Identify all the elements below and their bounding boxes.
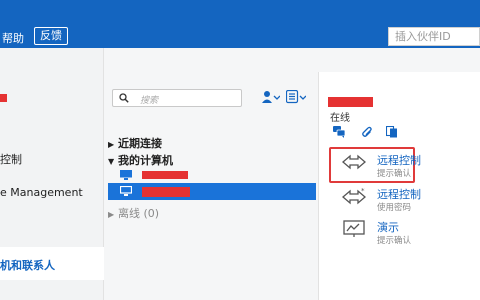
remote-control-prompt-action[interactable]: 远程控制 提示确认 (329, 147, 479, 181)
tree-group-label: 我的计算机 (118, 154, 173, 167)
computer-list-item[interactable] (108, 168, 316, 184)
caret-right-icon: ▶ (108, 210, 115, 219)
computer-list-item-selected[interactable] (108, 183, 316, 200)
redacted-computer-name (142, 187, 190, 197)
remote-control-password-icon: * (342, 187, 366, 205)
action-description: 提示确认 (377, 236, 412, 246)
sidebar-item-label: 机和联系人 (0, 259, 55, 272)
presentation-icon (343, 220, 365, 237)
monitor-icon (120, 186, 132, 196)
tree-group-my-computers[interactable]: ▼ 我的计算机 (108, 152, 173, 168)
search-icon (119, 93, 129, 103)
action-name: 演示 (377, 221, 399, 234)
action-description: 使用密码 (377, 203, 412, 213)
redacted-computer-name (142, 171, 188, 179)
caret-right-icon: ▶ (108, 140, 115, 149)
file-transfer-icon[interactable] (360, 126, 372, 138)
sidebar-item-management[interactable]: e Management (0, 186, 83, 199)
caret-down-icon: ▼ (108, 157, 115, 166)
redacted-block (0, 94, 7, 102)
add-contact-icon[interactable] (262, 90, 280, 104)
sidebar-item-remote-control[interactable]: 控制 (0, 151, 22, 167)
redacted-computer-title (328, 97, 373, 107)
search-placeholder: 搜索 (140, 96, 159, 106)
action-description: 提示确认 (377, 169, 412, 179)
remote-control-password-action[interactable]: * 远程控制 使用密码 (329, 181, 479, 215)
partner-id-input[interactable]: 插入伙伴ID (388, 27, 480, 46)
title-bar: 帮助 反馈 插入伙伴ID (0, 0, 480, 48)
svg-text:*: * (361, 187, 365, 195)
tree-group-recent[interactable]: ▶ 近期连接 (108, 135, 162, 151)
remote-control-icon (342, 154, 366, 170)
action-name: 远程控制 (377, 188, 421, 201)
online-status: 在线 (330, 113, 350, 124)
action-name: 远程控制 (377, 154, 421, 167)
sidebar-item-computers-contacts[interactable]: 机和联系人 (0, 247, 104, 280)
view-options-icon[interactable] (286, 90, 306, 104)
tree-group-label: 近期连接 (118, 137, 162, 150)
chat-icon[interactable] (333, 126, 345, 138)
feedback-button[interactable]: 反馈 (34, 27, 68, 45)
tree-group-offline[interactable]: ▶ 离线 (0) (108, 205, 159, 221)
monitor-icon (120, 170, 132, 180)
tree-group-label: 离线 (0) (118, 207, 160, 220)
presentation-action[interactable]: 演示 提示确认 (329, 214, 479, 248)
search-input[interactable]: 搜索 (112, 89, 242, 107)
files-icon[interactable] (386, 126, 398, 138)
help-menu[interactable]: 帮助 (2, 30, 24, 46)
